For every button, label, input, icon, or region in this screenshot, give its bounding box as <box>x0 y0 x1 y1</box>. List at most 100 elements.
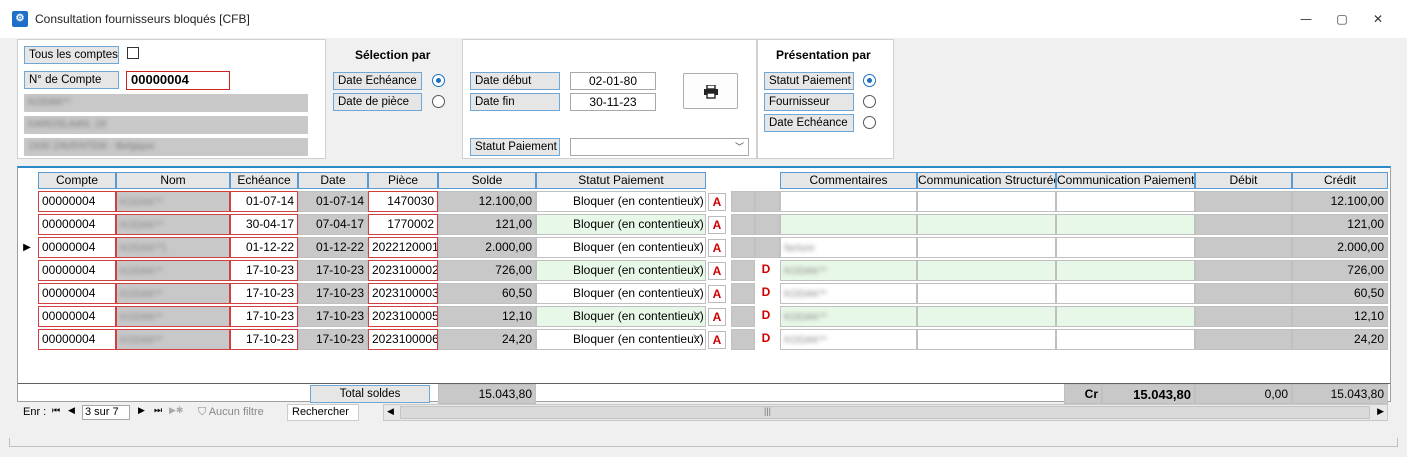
horizontal-scrollbar[interactable]: ◀ ||| ▶ <box>383 404 1388 421</box>
scroll-left-icon[interactable]: ◀ <box>387 406 394 417</box>
cell-comm-paiement[interactable] <box>1056 306 1195 327</box>
cell-commentaires[interactable]: KODAK** <box>780 329 917 350</box>
cell-comm-paiement[interactable] <box>1056 237 1195 258</box>
row-action-a-button[interactable]: A <box>708 216 726 234</box>
cell-piece[interactable]: 1770002 <box>368 214 438 235</box>
scroll-right-icon[interactable]: ▶ <box>1377 406 1384 417</box>
next-record-icon[interactable]: ▶ <box>138 405 145 416</box>
cell-piece[interactable]: 2023100003 <box>368 283 438 304</box>
row-action-d-button[interactable]: D <box>759 306 773 324</box>
cell-comm-paiement[interactable] <box>1056 260 1195 281</box>
column-header-commentaires[interactable]: Commentaires <box>780 172 917 189</box>
first-record-icon[interactable]: ⏮ <box>52 405 60 416</box>
cell-compte[interactable]: 00000004 <box>38 306 116 327</box>
cell-comm-structuree[interactable] <box>917 191 1056 212</box>
column-header-echeance[interactable]: Echéance <box>230 172 298 189</box>
cell-comm-structuree[interactable] <box>917 283 1056 304</box>
cell-statut-select[interactable]: Bloquer (en contentieux) ﹀ <box>536 237 706 258</box>
cell-piece[interactable]: 2023100005 <box>368 306 438 327</box>
column-header-debit[interactable]: Débit <box>1195 172 1292 189</box>
cell-echeance[interactable]: 17-10-23 <box>230 329 298 350</box>
cell-compte[interactable]: 00000004 <box>38 191 116 212</box>
presentation-supplier-radio[interactable] <box>863 95 876 108</box>
cell-statut-select[interactable]: Bloquer (en contentieux) ﹀ <box>536 329 706 350</box>
cell-echeance[interactable]: 01-07-14 <box>230 191 298 212</box>
cell-commentaires[interactable]: KODAK** <box>780 283 917 304</box>
cell-piece[interactable]: 2023100006 <box>368 329 438 350</box>
cell-comm-paiement[interactable] <box>1056 214 1195 235</box>
row-action-a-button[interactable]: A <box>708 262 726 280</box>
cell-compte[interactable]: 00000004 <box>38 329 116 350</box>
cell-date: 17-10-23 <box>298 283 368 304</box>
cell-piece[interactable]: 2023100002 <box>368 260 438 281</box>
column-header-nom[interactable]: Nom <box>116 172 230 189</box>
search-input[interactable]: Rechercher <box>287 404 359 421</box>
row-action-d-button[interactable]: D <box>759 260 773 278</box>
cell-comm-structuree[interactable] <box>917 306 1056 327</box>
presentation-status-radio[interactable] <box>863 74 876 87</box>
start-date-label: Date début <box>470 72 560 90</box>
cell-commentaires[interactable]: KODAK** <box>780 260 917 281</box>
cell-echeance[interactable]: 01-12-22 <box>230 237 298 258</box>
cell-commentaires[interactable] <box>780 191 917 212</box>
cell-comm-structuree[interactable] <box>917 260 1056 281</box>
row-action-a-button[interactable]: A <box>708 239 726 257</box>
cell-compte[interactable]: 00000004 <box>38 260 116 281</box>
cell-statut-select[interactable]: Bloquer (en contentieux) ﹀ <box>536 214 706 235</box>
cell-statut-select[interactable]: Bloquer (en contentieux) ﹀ <box>536 191 706 212</box>
close-button[interactable]: ✕ <box>1364 8 1392 30</box>
record-position-input[interactable]: 3 sur 7 <box>82 405 130 420</box>
cell-commentaires[interactable]: KODAK** <box>780 306 917 327</box>
cell-comm-paiement[interactable] <box>1056 191 1195 212</box>
last-record-icon[interactable]: ⏭ <box>154 405 162 416</box>
presentation-echeance-radio[interactable] <box>863 116 876 129</box>
row-action-a-button[interactable]: A <box>708 331 726 349</box>
print-button[interactable] <box>683 73 738 109</box>
cell-comm-paiement[interactable] <box>1056 329 1195 350</box>
cell-echeance[interactable]: 17-10-23 <box>230 306 298 327</box>
selection-echeance-radio[interactable] <box>432 74 445 87</box>
cell-compte[interactable]: 00000004 <box>38 283 116 304</box>
cell-echeance[interactable]: 17-10-23 <box>230 260 298 281</box>
column-header-statut[interactable]: Statut Paiement <box>536 172 706 189</box>
column-header-comm-structuree[interactable]: Communication Structurée <box>917 172 1056 189</box>
cell-piece[interactable]: 2022120001 <box>368 237 438 258</box>
cell-compte[interactable]: 00000004 <box>38 214 116 235</box>
cell-comm-structuree[interactable] <box>917 329 1056 350</box>
cell-echeance[interactable]: 30-04-17 <box>230 214 298 235</box>
cell-echeance[interactable]: 17-10-23 <box>230 283 298 304</box>
cell-commentaires[interactable] <box>780 214 917 235</box>
row-action-a-button[interactable]: A <box>708 308 726 326</box>
row-action-d-button[interactable]: D <box>759 283 773 301</box>
cell-compte[interactable]: 00000004 <box>38 237 116 258</box>
column-header-compte[interactable]: Compte <box>38 172 116 189</box>
cell-piece[interactable]: 1470030 <box>368 191 438 212</box>
account-number-input[interactable]: 00000004 <box>126 71 230 90</box>
end-date-input[interactable]: 30-11-23 <box>570 93 656 111</box>
cell-statut-select[interactable]: Bloquer (en contentieux) ﹀ <box>536 306 706 327</box>
scrollbar-thumb[interactable] <box>400 406 1370 419</box>
all-accounts-checkbox[interactable] <box>127 47 139 59</box>
cell-commentaires[interactable]: facture <box>780 237 917 258</box>
cell-comm-structuree[interactable] <box>917 214 1056 235</box>
column-header-credit[interactable]: Crédit <box>1292 172 1388 189</box>
column-header-solde[interactable]: Solde <box>438 172 536 189</box>
column-header-comm-paiement[interactable]: Communication Paiement <box>1056 172 1195 189</box>
maximize-button[interactable]: ▢ <box>1328 8 1356 30</box>
prev-record-icon[interactable]: ◀ <box>68 405 75 416</box>
selection-piece-radio[interactable] <box>432 95 445 108</box>
row-action-a-button[interactable]: A <box>708 193 726 211</box>
cell-comm-structuree[interactable] <box>917 237 1056 258</box>
cell-statut-select[interactable]: Bloquer (en contentieux) ﹀ <box>536 283 706 304</box>
minimize-button[interactable]: — <box>1292 8 1320 30</box>
no-filter-button[interactable]: ⛉ Aucun filtre <box>198 406 264 419</box>
row-action-d-button[interactable]: D <box>759 329 773 347</box>
cell-statut-select[interactable]: Bloquer (en contentieux) ﹀ <box>536 260 706 281</box>
payment-status-select[interactable]: ﹀ <box>570 138 749 156</box>
column-header-date[interactable]: Date <box>298 172 368 189</box>
start-date-input[interactable]: 02-01-80 <box>570 72 656 90</box>
new-record-icon[interactable]: ▶✱ <box>169 405 183 416</box>
cell-comm-paiement[interactable] <box>1056 283 1195 304</box>
column-header-piece[interactable]: Pièce <box>368 172 438 189</box>
row-action-a-button[interactable]: A <box>708 285 726 303</box>
